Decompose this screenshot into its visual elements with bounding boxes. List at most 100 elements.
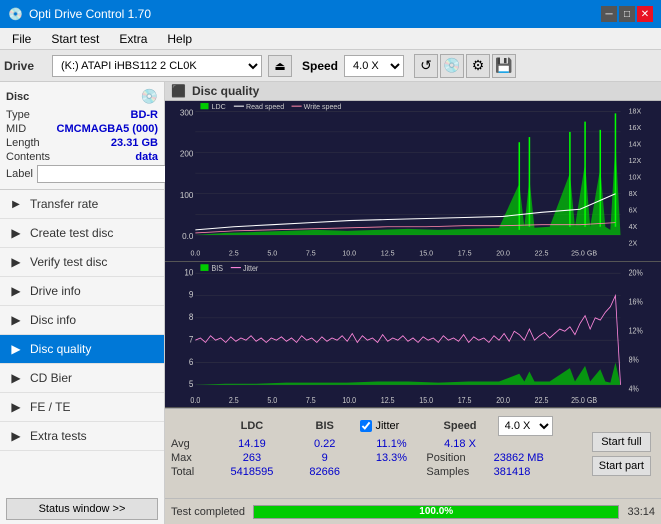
svg-text:0.0: 0.0 [190,395,200,404]
svg-text:5.0: 5.0 [267,250,277,258]
charts-area: 300 200 100 0.0 18X 16X 14X 12X 10X 8X 6… [165,101,661,408]
maximize-button[interactable]: □ [619,6,635,22]
nav-transfer-rate[interactable]: ▶ Transfer rate [0,190,164,219]
quality-icon: ⬛ [171,84,186,98]
nav-extra-tests[interactable]: ▶ Extra tests [0,422,164,451]
nav-transfer-rate-label: Transfer rate [30,197,98,211]
jitter-label: Jitter [375,420,399,432]
svg-text:12.5: 12.5 [381,395,395,404]
avg-bis: 0.22 [293,437,357,451]
svg-text:BIS: BIS [212,263,223,272]
svg-text:10.0: 10.0 [342,250,356,258]
eject-button[interactable]: ⏏ [268,55,292,77]
nav-disc-quality-icon: ▶ [8,341,24,357]
type-value: BD-R [131,109,159,121]
nav-disc-info[interactable]: ▶ Disc info [0,306,164,335]
svg-text:10: 10 [184,267,193,277]
total-bis: 82666 [293,465,357,479]
svg-text:0.0: 0.0 [190,250,200,258]
max-label: Max [171,451,211,465]
jitter-checkbox[interactable] [360,420,372,432]
minimize-button[interactable]: ─ [601,6,617,22]
length-value: 23.31 GB [111,137,158,149]
disc-panel-title: Disc [6,91,29,103]
svg-text:2.5: 2.5 [229,250,239,258]
start-full-button[interactable]: Start full [592,432,651,452]
menu-help[interactable]: Help [159,30,200,48]
elapsed-time: 33:14 [627,506,655,518]
start-part-button[interactable]: Start part [592,456,651,476]
jitter-checkbox-label: Jitter [360,420,422,432]
nav-fe-te[interactable]: ▶ FE / TE [0,393,164,422]
svg-text:22.5: 22.5 [535,250,549,258]
svg-text:200: 200 [180,150,194,159]
svg-text:25.0 GB: 25.0 GB [571,250,597,258]
svg-text:20.0: 20.0 [496,395,510,404]
max-ldc: 263 [211,451,293,465]
avg-jitter: 11.1% [356,437,426,451]
nav-create-test-disc-label: Create test disc [30,226,113,240]
svg-text:8%: 8% [629,355,640,364]
menu-start-test[interactable]: Start test [43,30,107,48]
nav-cd-bier[interactable]: ▶ CD Bier [0,364,164,393]
nav-drive-info[interactable]: ▶ Drive info [0,277,164,306]
nav-create-test-disc[interactable]: ▶ Create test disc [0,219,164,248]
settings-button[interactable]: ⚙ [466,54,490,78]
chart-ldc-svg: 300 200 100 0.0 18X 16X 14X 12X 10X 8X 6… [165,101,661,261]
close-button[interactable]: ✕ [637,6,653,22]
progress-fill: 100.0% [254,506,618,518]
quality-header: ⬛ Disc quality [165,82,661,101]
svg-text:6: 6 [189,356,194,366]
main-layout: Disc 💿 Type BD-R MID CMCMAGBA5 (000) Len… [0,82,661,524]
label-input[interactable] [37,165,175,183]
mid-value: CMCMAGBA5 (000) [57,123,158,135]
nav-drive-info-label: Drive info [30,284,81,298]
speed-select-stats[interactable]: 4.0 X [498,416,553,436]
svg-text:8X: 8X [629,190,638,198]
svg-text:Read speed: Read speed [246,103,284,111]
avg-label: Avg [171,437,211,451]
menu-bar: File Start test Extra Help [0,28,661,50]
drive-label: Drive [4,59,46,73]
app-title: Opti Drive Control 1.70 [29,7,151,21]
speed-select[interactable]: 4.0 X [344,55,404,77]
disc-button[interactable]: 💿 [440,54,464,78]
total-label: Total [171,465,211,479]
chart-ldc: 300 200 100 0.0 18X 16X 14X 12X 10X 8X 6… [165,101,661,262]
svg-text:7.5: 7.5 [306,395,316,404]
nav-verify-test-disc[interactable]: ▶ Verify test disc [0,248,164,277]
bottom-bar: Test completed 100.0% 33:14 [165,498,661,524]
contents-value: data [135,151,158,163]
length-label: Length [6,137,40,149]
svg-text:7.5: 7.5 [306,250,316,258]
menu-file[interactable]: File [4,30,39,48]
nav-extra-tests-icon: ▶ [8,428,24,444]
svg-text:2X: 2X [629,239,638,247]
svg-text:18X: 18X [629,107,642,115]
svg-text:5.0: 5.0 [267,395,277,404]
drive-select[interactable]: (K:) ATAPI iHBS112 2 CL0K [52,55,262,77]
svg-text:20%: 20% [629,268,644,277]
nav-arrow-icon: ▶ [8,196,24,212]
toolbar-icons: ↺ 💿 ⚙ 💾 [414,54,516,78]
refresh-button[interactable]: ↺ [414,54,438,78]
sidebar: Disc 💿 Type BD-R MID CMCMAGBA5 (000) Len… [0,82,165,524]
svg-text:10.0: 10.0 [342,395,356,404]
samples-val: 381418 [494,465,588,479]
max-jitter: 13.3% [356,451,426,465]
nav-extra-tests-label: Extra tests [30,429,87,443]
nav-disc-quality[interactable]: ▶ Disc quality [0,335,164,364]
menu-extra[interactable]: Extra [111,30,155,48]
type-label: Type [6,109,30,121]
status-window-button[interactable]: Status window >> [6,498,158,520]
svg-text:20.0: 20.0 [496,250,510,258]
svg-text:4%: 4% [629,384,640,393]
disc-panel: Disc 💿 Type BD-R MID CMCMAGBA5 (000) Len… [0,82,164,190]
svg-text:4X: 4X [629,223,638,231]
right-panel: ⬛ Disc quality 300 [165,82,661,524]
svg-text:0.0: 0.0 [182,232,194,241]
save-button[interactable]: 💾 [492,54,516,78]
svg-text:17.5: 17.5 [458,395,472,404]
window-controls: ─ □ ✕ [601,6,653,22]
avg-speed: 4.18 X [426,437,493,451]
